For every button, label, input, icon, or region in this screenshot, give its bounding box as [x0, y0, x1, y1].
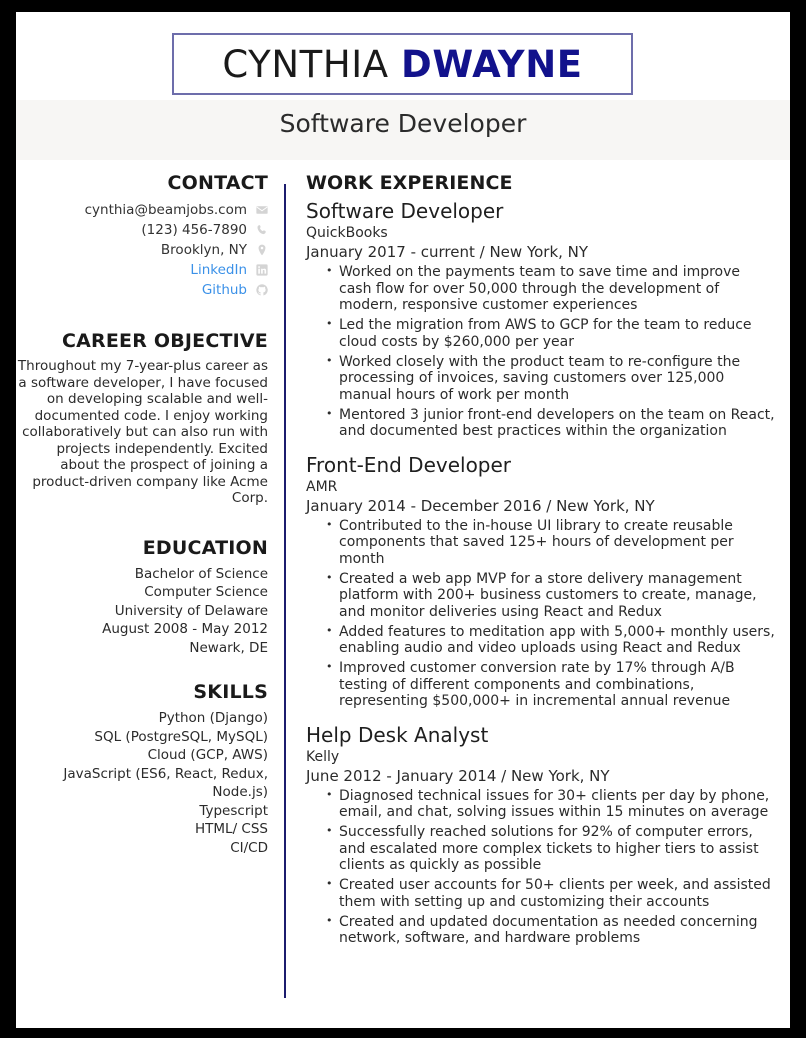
job-bullet: Mentored 3 junior front-end developers o…	[306, 406, 776, 440]
job-title: Front-End Developer	[306, 452, 512, 477]
job-bullet: Worked on the payments team to save time…	[306, 263, 776, 314]
skills-heading: SKILLS	[193, 681, 268, 703]
name-box: CYNTHIA DWAYNE	[172, 33, 633, 95]
page-title: Software Developer	[279, 109, 527, 138]
name-first: CYNTHIA	[222, 42, 389, 86]
job-title: Software Developer	[306, 199, 504, 223]
contact-email-text: cynthia@beamjobs.com	[84, 201, 247, 218]
job-bullet: Diagnosed technical issues for 30+ clien…	[306, 787, 776, 821]
education-line: August 2008 - May 2012	[102, 621, 268, 637]
job-bullet: Successfully reached solutions for 92% o…	[306, 823, 776, 874]
sidebar: CONTACT cynthia@beamjobs.com (123) 456-7…	[16, 172, 268, 857]
career-objective-body: Throughout my 7-year-plus career as a so…	[17, 358, 268, 506]
skill-item: Typescript	[199, 802, 268, 819]
job-entry: Software Developer QuickBooks January 20…	[306, 199, 776, 440]
main-content: WORK EXPERIENCE Software Developer Quick…	[306, 172, 776, 960]
job-bullet: Created and updated documentation as nee…	[306, 913, 776, 947]
job-dates-location: June 2012 - January 2014 / New York, NY	[306, 766, 610, 785]
career-objective-heading: CAREER OBJECTIVE	[61, 330, 268, 352]
job-bullet-list: Worked on the payments team to save time…	[306, 263, 776, 440]
job-entry: Help Desk Analyst Kelly June 2012 - Janu…	[306, 723, 776, 947]
location-pin-icon	[256, 244, 268, 256]
job-bullet: Created user accounts for 50+ clients pe…	[306, 876, 776, 910]
skill-item: Cloud (GCP, AWS)	[147, 747, 268, 763]
contact-heading: CONTACT	[167, 172, 268, 194]
job-bullet: Created a web app MVP for a store delive…	[306, 570, 776, 621]
job-dates-location: January 2017 - current / New York, NY	[306, 243, 589, 261]
skill-item: Python (Django)	[158, 710, 268, 726]
education-line: Bachelor of Science	[134, 565, 268, 582]
education-line: University of Delaware	[114, 602, 268, 619]
candidate-name: CYNTHIA DWAYNE	[222, 46, 582, 83]
education-line: Newark, DE	[189, 639, 268, 656]
contact-item-linkedin[interactable]: LinkedIn	[16, 260, 268, 279]
github-icon	[256, 283, 268, 296]
job-dates-location: January 2014 - December 2016 / New York,…	[306, 496, 655, 515]
work-experience-heading: WORK EXPERIENCE	[306, 172, 513, 194]
job-entry: Front-End Developer AMR January 2014 - D…	[306, 453, 776, 710]
job-bullet-list: Contributed to the in-house UI library t…	[306, 517, 776, 710]
job-bullet-list: Diagnosed technical issues for 30+ clien…	[306, 787, 776, 947]
contact-list: cynthia@beamjobs.com (123) 456-7890 Broo…	[16, 200, 268, 299]
job-company: AMR	[306, 478, 338, 495]
contact-phone-text: (123) 456-7890	[141, 221, 247, 238]
contact-item-email[interactable]: cynthia@beamjobs.com	[16, 200, 268, 219]
resume-page: CYNTHIA DWAYNE Software Developer CONTAC…	[16, 12, 790, 1028]
job-bullet: Worked closely with the product team to …	[306, 353, 776, 404]
job-company: Kelly	[306, 748, 340, 765]
column-divider	[284, 184, 286, 998]
education-line: Computer Science	[144, 584, 268, 600]
contact-item-location[interactable]: Brooklyn, NY	[16, 240, 268, 259]
skills-list: Python (Django) SQL (PostgreSQL, MySQL) …	[16, 709, 268, 857]
job-bullet: Added features to meditation app with 5,…	[306, 623, 776, 657]
job-bullet: Led the migration from AWS to GCP for th…	[306, 316, 776, 350]
skill-item: CI/CD	[230, 839, 268, 856]
name-last: DWAYNE	[401, 42, 583, 86]
name-space	[389, 43, 401, 86]
contact-location-text: Brooklyn, NY	[160, 241, 247, 258]
contact-linkedin-text: LinkedIn	[190, 261, 247, 278]
education-list: Bachelor of Science Computer Science Uni…	[16, 565, 268, 658]
envelope-icon	[256, 204, 268, 216]
job-bullet: Improved customer conversion rate by 17%…	[306, 659, 776, 710]
resume-header: CYNTHIA DWAYNE Software Developer	[16, 12, 790, 160]
job-bullet: Contributed to the in-house UI library t…	[306, 517, 776, 568]
skill-item: HTML/ CSS	[195, 821, 268, 837]
contact-item-github[interactable]: Github	[16, 280, 268, 299]
job-company: QuickBooks	[306, 225, 388, 241]
contact-github-text: Github	[201, 281, 247, 298]
phone-icon	[256, 224, 268, 236]
skill-item: SQL (PostgreSQL, MySQL)	[94, 728, 268, 745]
education-heading: EDUCATION	[142, 536, 268, 559]
job-title: Help Desk Analyst	[306, 722, 489, 747]
linkedin-icon	[256, 263, 268, 276]
skill-item: JavaScript (ES6, React, Redux, Node.js)	[63, 765, 268, 801]
contact-item-phone[interactable]: (123) 456-7890	[16, 220, 268, 239]
